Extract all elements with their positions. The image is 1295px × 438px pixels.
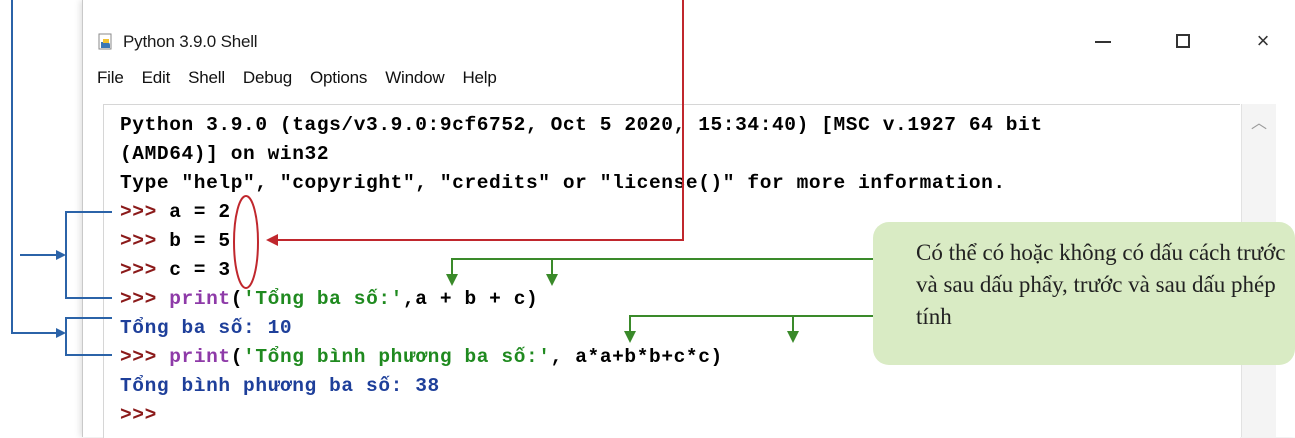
green-line-1 [451,258,873,278]
green-line-3 [629,315,873,335]
green-arrow-head-1 [446,274,458,286]
annotation-overlay [11,0,873,356]
green-arrow-head-4 [787,331,799,343]
red-connector [276,0,684,241]
blue-connector [11,0,60,334]
blue-arrow-head-2 [56,328,66,338]
bracket-line [65,211,112,299]
blue-arrow-head-1 [56,250,66,260]
value-ellipse [233,195,259,289]
green-arrow-head-3 [624,331,636,343]
green-arrow-head-2 [546,274,558,286]
blue-bracket-bottom [65,317,112,356]
red-arrow-head [266,234,278,246]
